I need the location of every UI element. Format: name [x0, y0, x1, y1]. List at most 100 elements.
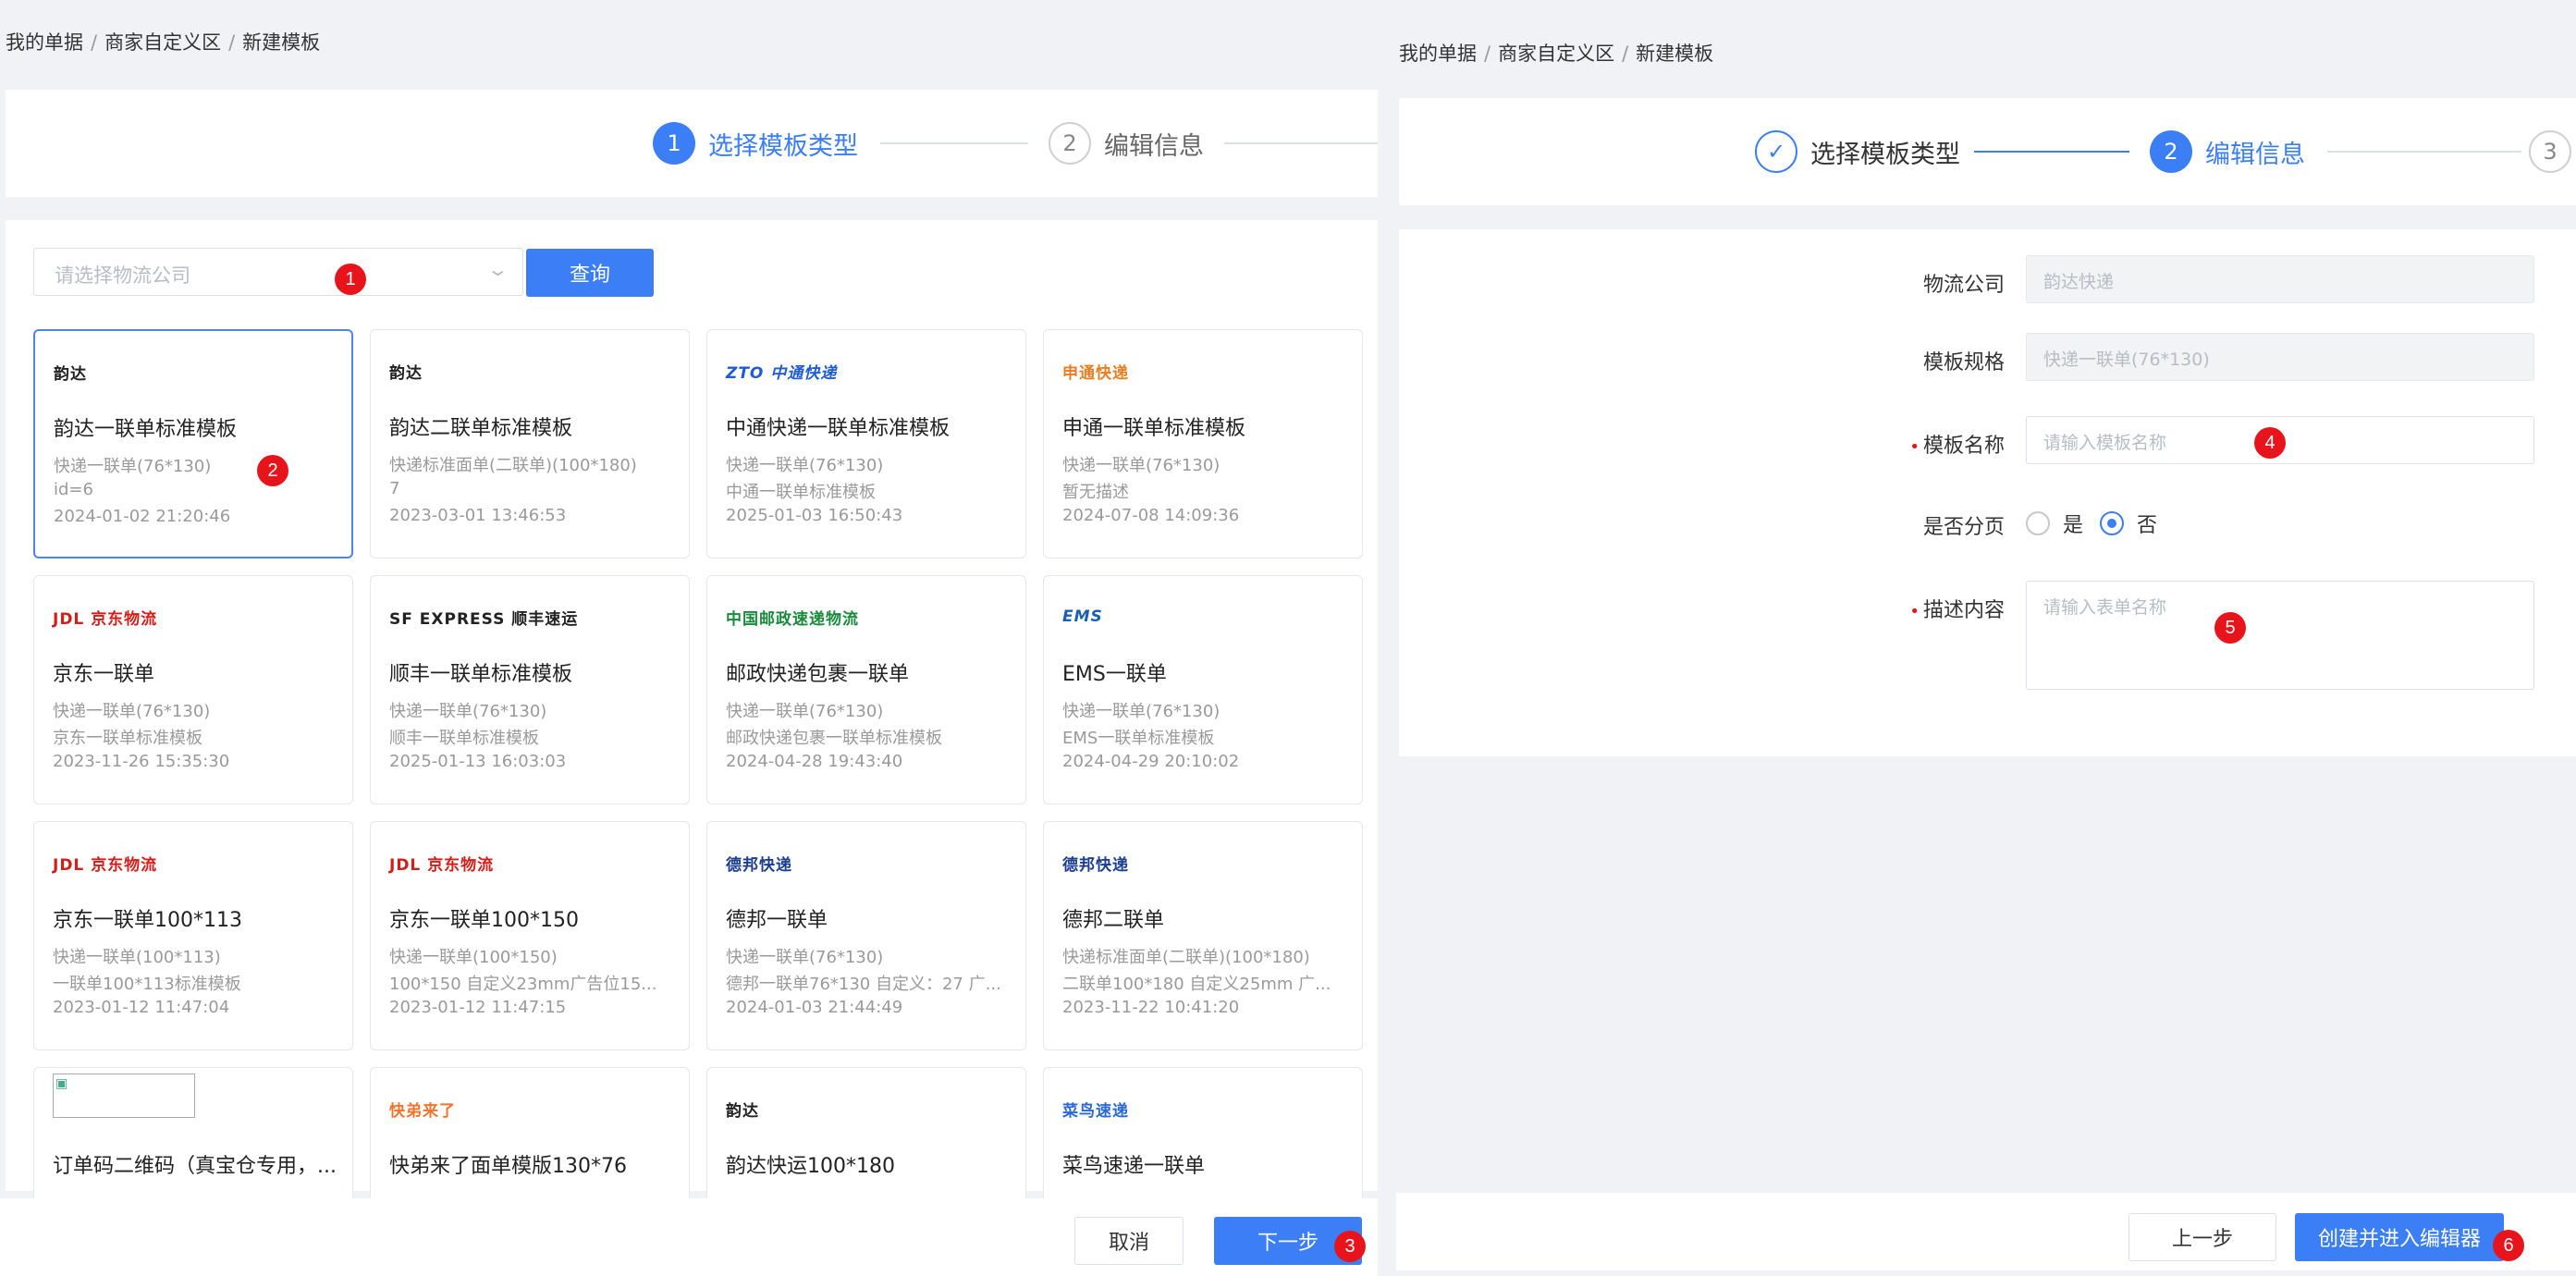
paging-label: 是否分页 [1922, 516, 2005, 539]
template-description: 京东一联单标准模板 [53, 729, 202, 748]
breadcrumb-item[interactable]: 商家自定义区 [1498, 43, 1614, 65]
template-name-label: • 模板名称 [1909, 435, 2005, 458]
step-number: 1 [653, 122, 695, 165]
template-card[interactable]: EMS EMS一联单 快递一联单(76*130) EMS一联单标准模板 2024-04-… [1043, 575, 1363, 804]
radio-label: 是 [2063, 514, 2084, 537]
template-name: 京东一联单100*150 [389, 909, 579, 932]
step-label: 选择模板类型 [1810, 140, 1960, 169]
broken-image-icon: ▣ [53, 1074, 195, 1118]
step-connector [1224, 142, 1378, 144]
breadcrumb-item[interactable]: 商家自定义区 [104, 31, 221, 54]
template-name: 顺丰一联单标准模板 [389, 663, 573, 686]
template-time: 2024-04-29 20:10:02 [1062, 752, 1240, 771]
template-card[interactable]: JDL 京东物流 京东一联单100*113 快递一联单(100*113) 一联单100… [33, 821, 353, 1050]
template-name: EMS一联单 [1062, 663, 1167, 686]
template-name: 菜鸟速递一联单 [1062, 1155, 1206, 1178]
breadcrumb-item: 新建模板 [1636, 43, 1714, 65]
post-logo: 中国邮政速递物流 [726, 609, 859, 629]
annotation-badge-2: 2 [257, 455, 288, 486]
template-card[interactable]: 德邦快递 德邦二联单 快递标准面单(二联单)(100*180) 二联单100*180 … [1043, 821, 1363, 1050]
edit-info-form: 物流公司 韵达快递 模板规格 快递一联单(76*130) • 模板名称 请输入模板… [1399, 229, 2576, 756]
template-time: 2023-03-01 13:46:53 [389, 506, 567, 525]
radio-circle [2026, 511, 2050, 535]
template-name: 韵达二联单标准模板 [389, 417, 573, 440]
template-name: 申通一联单标准模板 [1062, 417, 1246, 440]
step-label: 编辑信息 [1104, 131, 1204, 161]
template-card[interactable]: JDL 京东物流 京东一联单 快递一联单(76*130) 京东一联单标准模板 2023-… [33, 575, 353, 804]
query-button[interactable]: 查询 [526, 249, 654, 297]
template-name: 京东一联单 [53, 663, 155, 686]
logistics-company-select[interactable]: 请选择物流公司 ⌄ [33, 248, 523, 296]
template-description: 顺丰一联单标准模板 [389, 729, 539, 748]
template-description: 中通一联单标准模板 [726, 483, 876, 502]
create-and-edit-button[interactable]: 创建并进入编辑器 [2295, 1213, 2504, 1261]
template-card[interactable]: 德邦快递 德邦一联单 快递一联单(76*130) 德邦一联单76*130 自定义：27… [706, 821, 1026, 1050]
description-textarea[interactable]: 请输入表单名称 [2026, 581, 2534, 690]
annotation-badge-4: 4 [2254, 427, 2286, 459]
step-1-done: ✓ 选择模板类型 [1755, 98, 1960, 205]
template-time: 2024-07-08 14:09:36 [1062, 506, 1240, 525]
annotation-badge-1: 1 [335, 264, 366, 295]
template-description: 7 [389, 479, 400, 498]
template-time: 2025-01-13 16:03:03 [389, 752, 567, 771]
template-spec: 快递一联单(76*130) [726, 702, 884, 721]
step-3: 3 [2529, 98, 2571, 205]
template-time: 2024-01-02 21:20:46 [54, 507, 231, 526]
step-number: 2 [2150, 130, 2192, 173]
radio-circle-selected [2100, 511, 2124, 535]
template-spec: 快递标准面单(二联单)(100*180) [389, 456, 637, 475]
prev-step-button[interactable]: 上一步 [2128, 1213, 2276, 1261]
template-name: 快弟来了面单模版130*76 [389, 1155, 627, 1178]
template-description: 德邦一联单76*130 自定义：27 广... [726, 975, 1001, 994]
template-card[interactable]: 申通快递 申通一联单标准模板 快递一联单(76*130) 暂无描述 2024-07-08… [1043, 329, 1363, 558]
step-number: 3 [2529, 130, 2571, 173]
step-connector [1974, 151, 2129, 153]
template-name: 中通快递一联单标准模板 [726, 417, 951, 440]
deppon-logo: 德邦快递 [726, 855, 792, 875]
yunda-logo: 韵达 [54, 364, 87, 384]
breadcrumb-item[interactable]: 我的单据 [1399, 43, 1477, 65]
template-time: 2023-01-12 11:47:04 [53, 998, 230, 1017]
template-name: 邮政快递包裹一联单 [726, 663, 910, 686]
steps-bar: ✓ 选择模板类型 2 编辑信息 3 [1399, 98, 2576, 205]
template-card[interactable]: ZTO 中通快递 中通快递一联单标准模板 快递一联单(76*130) 中通一联单标准模… [706, 329, 1026, 558]
spec-label: 模板规格 [1922, 351, 2005, 374]
template-card[interactable]: 韵达韵达二联单标准模板快递标准面单(二联单)(100*180) 7 2023-03-… [370, 329, 690, 558]
breadcrumb: 我的单据 / 商家自定义区 / 新建模板 [6, 31, 321, 54]
template-name: 韵达一联单标准模板 [54, 418, 238, 441]
template-spec: 快递标准面单(二联单)(100*180) [1062, 948, 1310, 967]
step-label: 编辑信息 [2205, 140, 2305, 169]
template-card[interactable]: SF EXPRESS 顺丰速运 顺丰一联单标准模板 快递一联单(76*130) 顺丰一… [370, 575, 690, 804]
cancel-button[interactable]: 取消 [1074, 1217, 1184, 1265]
sto-logo: 申通快递 [1062, 363, 1129, 383]
company-label: 物流公司 [1922, 274, 2005, 297]
template-spec: 快递一联单(100*150) [389, 948, 558, 967]
step-label: 选择模板类型 [708, 131, 858, 161]
step-connector [2327, 151, 2521, 153]
template-card[interactable]: JDL 京东物流 京东一联单100*150 快递一联单(100*150) 100*15… [370, 821, 690, 1050]
template-spec: 快递一联单(76*130) [1062, 456, 1221, 475]
yunda-logo: 韵达 [726, 1101, 759, 1121]
paging-no-radio[interactable]: 否 [2100, 509, 2157, 538]
template-name: 德邦二联单 [1062, 909, 1165, 932]
paging-yes-radio[interactable]: 是 [2026, 509, 2083, 538]
breadcrumb-item[interactable]: 我的单据 [6, 31, 83, 54]
template-time: 2025-01-03 16:50:43 [726, 506, 903, 525]
select-placeholder: 请选择物流公司 [55, 264, 190, 287]
step-2: 2 编辑信息 [2150, 98, 2305, 205]
template-card[interactable]: 中国邮政速递物流 邮政快递包裹一联单 快递一联单(76*130) 邮政快递包裹一联单标… [706, 575, 1026, 804]
template-spec: 快递一联单(76*130) [54, 457, 212, 476]
template-name: 订单码二维码（真宝仓专用，... [53, 1155, 337, 1178]
template-card[interactable]: 韵达韵达一联单标准模板快递一联单(76*130) id=6 2024-01-02 2… [33, 329, 353, 558]
radio-label: 否 [2137, 514, 2158, 537]
template-spec: 快递一联单(100*113) [53, 948, 221, 967]
step-connector [880, 142, 1028, 144]
label-text: 描述内容 [1922, 599, 2005, 622]
template-description: EMS一联单标准模板 [1062, 729, 1215, 748]
step-2: 2 编辑信息 [1049, 90, 1204, 197]
template-time: 2024-01-03 21:44:49 [726, 998, 903, 1017]
template-description: 一联单100*113标准模板 [53, 975, 241, 994]
zto-logo: ZTO 中通快递 [726, 363, 838, 383]
yunda-logo: 韵达 [389, 363, 423, 383]
template-description: id=6 [54, 480, 93, 499]
